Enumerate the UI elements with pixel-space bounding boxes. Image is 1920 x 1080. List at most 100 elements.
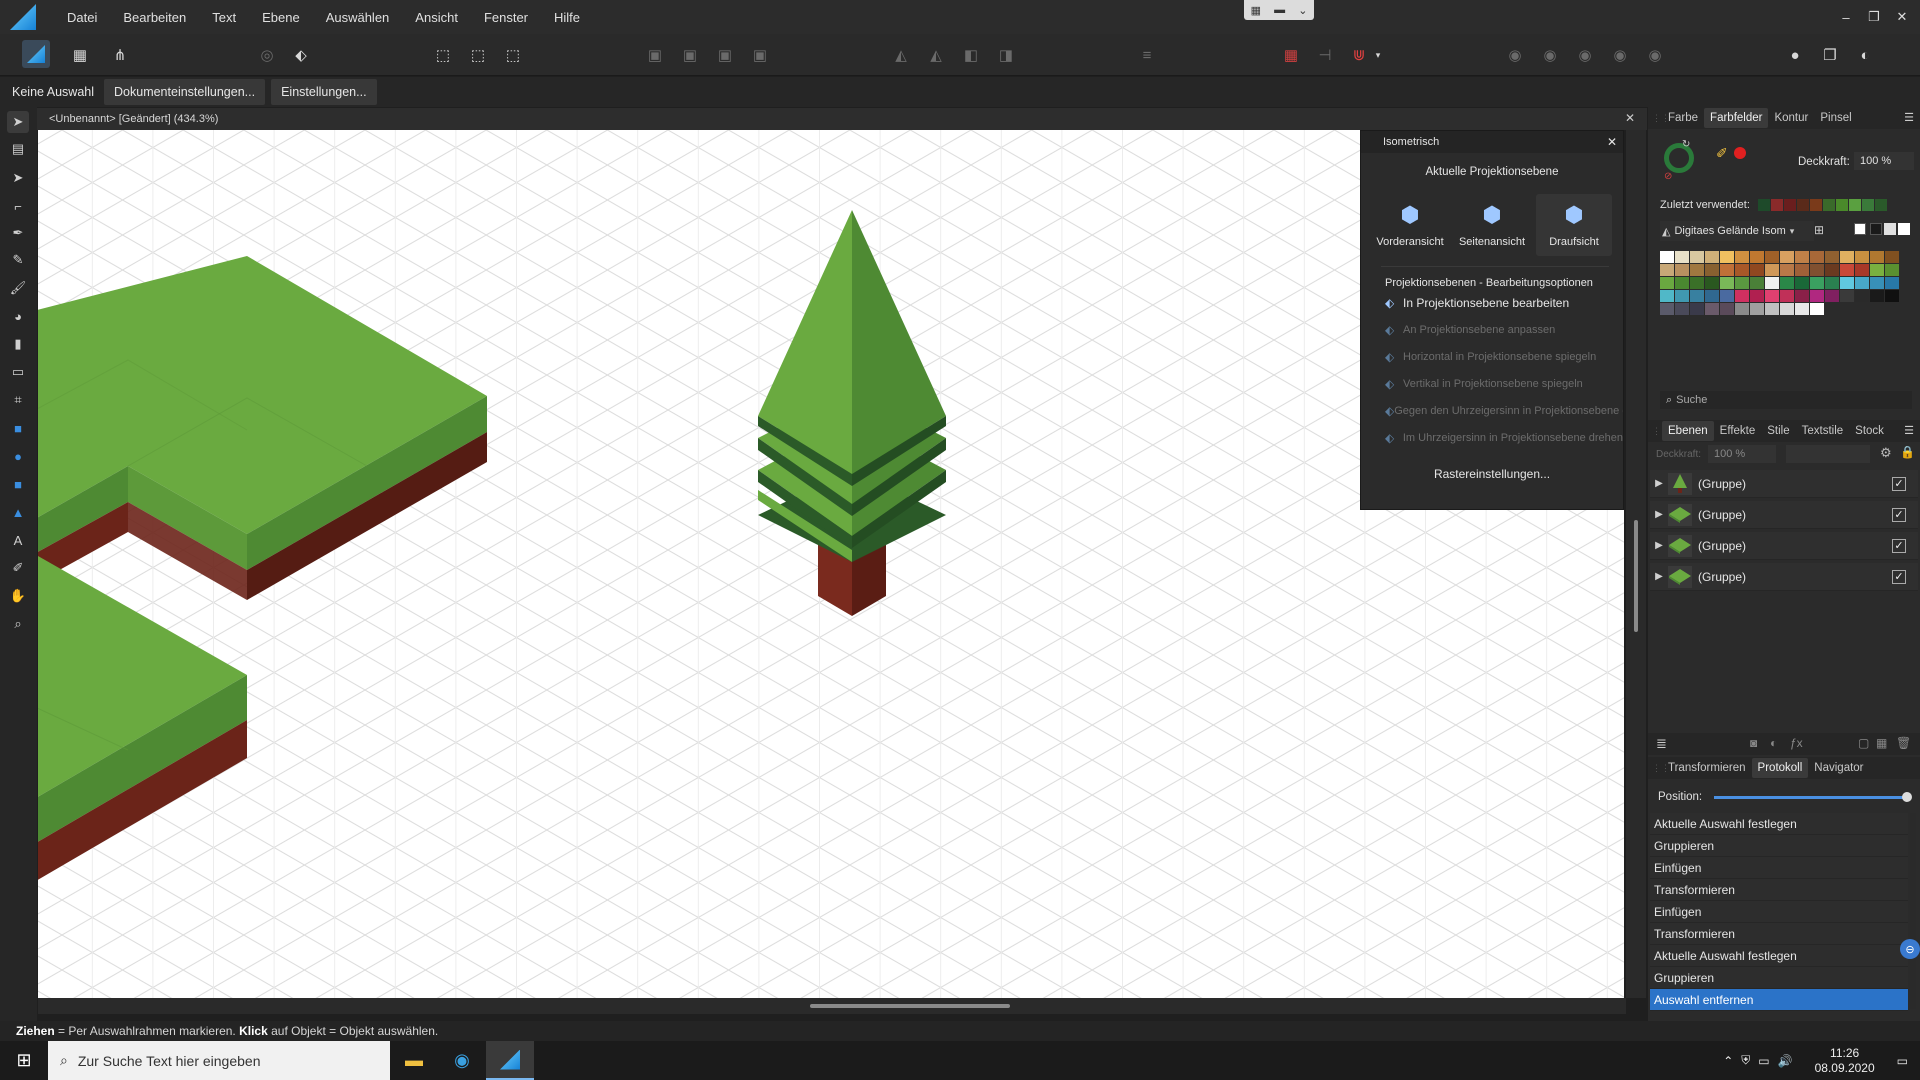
color-swatch[interactable]: [1720, 290, 1734, 302]
color-swatch[interactable]: [1810, 277, 1824, 289]
menu-hilfe[interactable]: Hilfe: [541, 10, 593, 25]
top-view-button[interactable]: ⬢ Draufsicht: [1536, 194, 1612, 256]
color-swatch[interactable]: [1795, 277, 1809, 289]
edit-in-plane-option[interactable]: ⬖ In Projektionsebene bearbeiten: [1361, 289, 1623, 316]
color-swatch[interactable]: [1825, 277, 1839, 289]
color-swatch[interactable]: [1690, 277, 1704, 289]
place-image-tool-icon[interactable]: ▭: [7, 361, 29, 383]
color-swatch[interactable]: [1735, 277, 1749, 289]
flip-vertical-icon[interactable]: ◭: [923, 42, 949, 68]
chevron-up-icon[interactable]: ⌃: [1723, 1054, 1733, 1068]
canvas-vertical-scrollbar[interactable]: [1626, 130, 1646, 998]
settings-button[interactable]: Einstellungen...: [271, 79, 377, 105]
position-slider[interactable]: [1714, 792, 1912, 802]
color-swatch[interactable]: [1675, 251, 1689, 263]
color-picker-tool-icon[interactable]: ✐: [7, 557, 29, 579]
expand-arrow-icon[interactable]: ▶: [1650, 540, 1668, 551]
rotate-cw-plane-option[interactable]: ⬖ Im Uhrzeigersinn in Projektionsebene dr…: [1361, 424, 1623, 451]
recent-color-swatch[interactable]: [1810, 199, 1822, 211]
menu-datei[interactable]: Datei: [54, 10, 110, 25]
color-swatch[interactable]: [1720, 303, 1734, 315]
recent-color-swatch[interactable]: [1771, 199, 1783, 211]
color-swatch[interactable]: [1855, 264, 1869, 276]
add-swatch-icon[interactable]: ⊞: [1814, 223, 1824, 237]
side-view-button[interactable]: ⬢ Seitenansicht: [1454, 194, 1530, 256]
layer-opacity-field[interactable]: 100 %: [1708, 445, 1776, 463]
canvas-horizontal-scrollbar[interactable]: [38, 998, 1626, 1014]
color-swatch[interactable]: [1780, 251, 1794, 263]
pen-tool-icon[interactable]: ✒: [7, 222, 29, 244]
color-swatch[interactable]: [1855, 251, 1869, 263]
zoom-tool-icon[interactable]: ⌕: [7, 613, 29, 635]
close-window-button[interactable]: ✕: [1888, 0, 1916, 34]
color-swatch[interactable]: [1675, 290, 1689, 302]
fx-icon[interactable]: ƒx: [1790, 736, 1803, 750]
color-swatch[interactable]: [1795, 303, 1809, 315]
triangle-tool-icon[interactable]: ▲: [7, 501, 29, 523]
history-entry[interactable]: Transformieren: [1650, 923, 1908, 945]
color-swatch[interactable]: [1825, 251, 1839, 263]
expand-arrow-icon[interactable]: ▶: [1650, 478, 1668, 489]
color-swatch[interactable]: [1765, 277, 1779, 289]
affinity-designer-taskbar-icon[interactable]: [486, 1041, 534, 1080]
snap-options-icon[interactable]: ⊣: [1312, 42, 1338, 68]
menu-ansicht[interactable]: Ansicht: [402, 10, 471, 25]
history-entry[interactable]: Aktuelle Auswahl festlegen: [1650, 813, 1908, 835]
color-swatch[interactable]: [1705, 264, 1719, 276]
color-swatch[interactable]: [1735, 290, 1749, 302]
layer-visibility-checkbox[interactable]: ✓: [1892, 507, 1906, 522]
horizontal-scroll-thumb[interactable]: [810, 1004, 1010, 1008]
window-mode-icon[interactable]: ❐: [1817, 42, 1843, 68]
boolean-xor-icon[interactable]: ◉: [1607, 42, 1633, 68]
brush-tool-icon[interactable]: 🖌: [7, 277, 29, 299]
color-swatch[interactable]: [1690, 264, 1704, 276]
snapping-icon[interactable]: ⬖: [288, 42, 314, 68]
recent-color-swatch[interactable]: [1758, 199, 1770, 211]
color-swatch[interactable]: [1660, 290, 1674, 302]
arrange-backward-icon[interactable]: ▣: [677, 42, 703, 68]
color-swatch[interactable]: [1870, 277, 1884, 289]
color-swatch[interactable]: [1795, 290, 1809, 302]
color-swatch[interactable]: [1720, 264, 1734, 276]
hand-tool-icon[interactable]: ✋: [7, 585, 29, 607]
adjustment-icon[interactable]: ◐: [1770, 736, 1777, 750]
color-swatch[interactable]: [1675, 277, 1689, 289]
select-object-icon[interactable]: ⬚: [465, 42, 491, 68]
no-color-icon[interactable]: ⊘: [1664, 171, 1672, 182]
crop-tool-icon[interactable]: ⌗: [7, 389, 29, 411]
magnet-dropdown-chevron-icon[interactable]: ▾: [1372, 42, 1384, 68]
color-swatch[interactable]: [1660, 264, 1674, 276]
color-swatch[interactable]: [1855, 290, 1869, 302]
mask-icon[interactable]: ◙: [1750, 736, 1757, 750]
gear-icon[interactable]: ⚙: [1880, 445, 1892, 461]
flip-horizontal-icon[interactable]: ◭: [888, 42, 914, 68]
menu-text[interactable]: Text: [199, 10, 249, 25]
magnet-icon[interactable]: ⋓: [1346, 42, 1372, 68]
color-swatch[interactable]: [1690, 303, 1704, 315]
file-explorer-icon[interactable]: ▬: [390, 1041, 438, 1080]
color-swatch[interactable]: [1660, 251, 1674, 263]
color-swatch[interactable]: [1780, 277, 1794, 289]
menu-bearbeiten[interactable]: Bearbeiten: [110, 10, 199, 25]
swap-colors-icon[interactable]: ↻: [1682, 139, 1690, 150]
panel-menu-icon[interactable]: ☰: [1904, 424, 1914, 437]
history-entry[interactable]: Gruppieren: [1650, 967, 1908, 989]
color-swatch[interactable]: [1705, 290, 1719, 302]
edge-browser-icon[interactable]: ◉: [438, 1041, 486, 1080]
document-tab[interactable]: <Unbenannt> [Geändert] (434.3%) ✕: [37, 108, 1647, 130]
color-swatch[interactable]: [1840, 277, 1854, 289]
grid-layer-icon[interactable]: ▦: [1876, 736, 1887, 750]
close-document-icon[interactable]: ✕: [1625, 111, 1635, 125]
color-swatch[interactable]: [1735, 303, 1749, 315]
tab-pinsel[interactable]: Pinsel: [1814, 108, 1857, 128]
select-all-icon[interactable]: ⬚: [430, 42, 456, 68]
clock[interactable]: 11:26 08.09.2020: [1815, 1046, 1875, 1076]
color-swatch[interactable]: [1840, 264, 1854, 276]
align-icon[interactable]: ≡: [1134, 42, 1160, 68]
rounded-rect-tool-icon[interactable]: ■: [7, 473, 29, 495]
color-swatch[interactable]: [1840, 290, 1854, 302]
menu-ebene[interactable]: Ebene: [249, 10, 313, 25]
color-swatch[interactable]: [1870, 290, 1884, 302]
color-swatch[interactable]: [1810, 251, 1824, 263]
color-swatch[interactable]: [1855, 277, 1869, 289]
